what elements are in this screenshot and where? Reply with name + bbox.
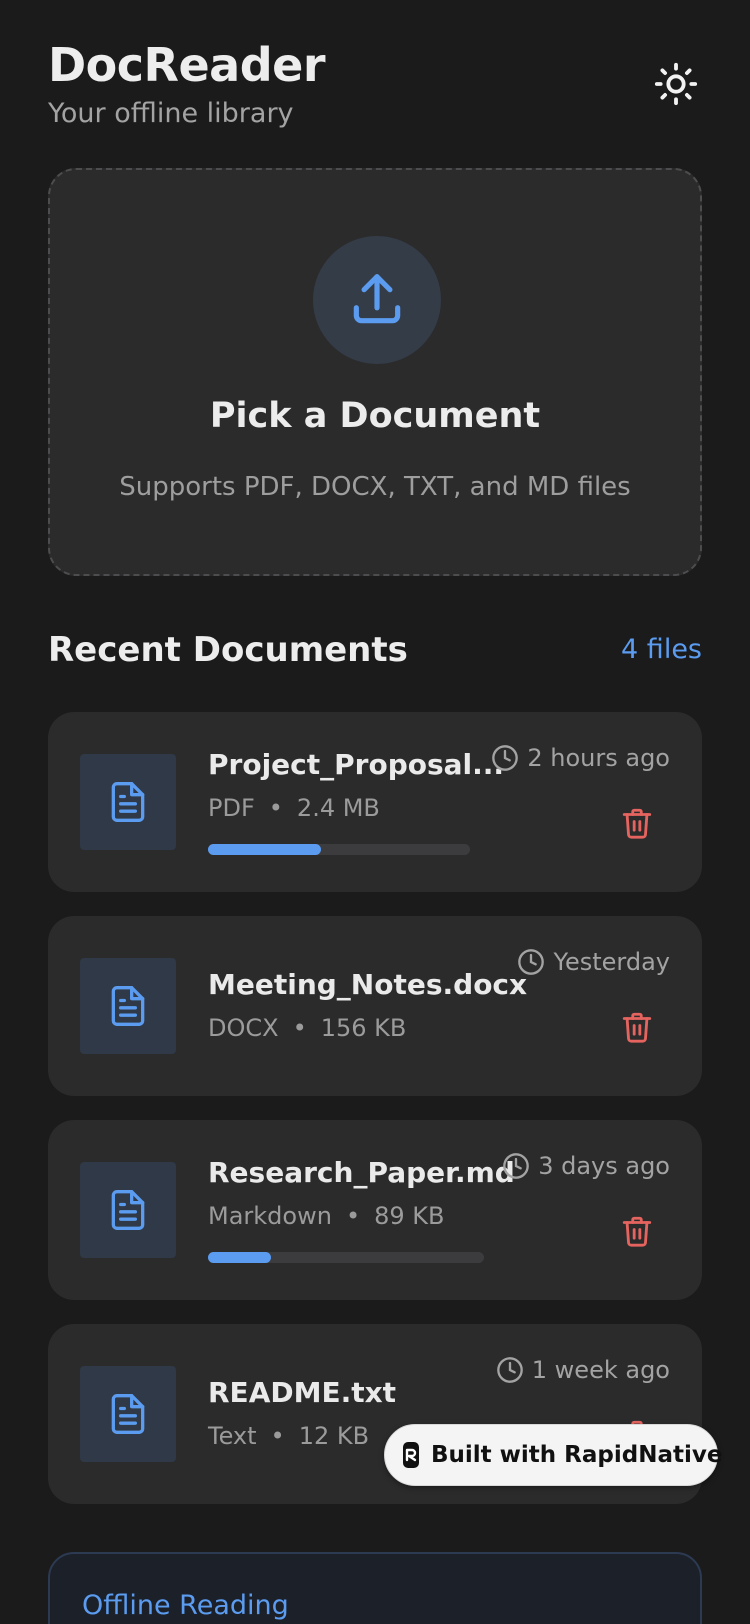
document-card[interactable]: Meeting_Notes.docx DOCX • 156 KB Yesterday bbox=[48, 916, 702, 1096]
document-size: 12 KB bbox=[298, 1422, 370, 1450]
app-subtitle: Your offline library bbox=[48, 98, 294, 129]
built-with-badge[interactable]: Built with RapidNative bbox=[384, 1424, 722, 1486]
document-time: 1 week ago bbox=[496, 1356, 670, 1384]
offline-reading-title: Offline Reading bbox=[82, 1590, 289, 1621]
upload-icon-circle bbox=[313, 236, 441, 364]
meta-separator: • bbox=[268, 794, 283, 822]
document-name: Research_Paper.md bbox=[208, 1156, 515, 1189]
clock-icon bbox=[503, 1153, 530, 1179]
meta-separator: • bbox=[292, 1014, 307, 1042]
pick-document-area[interactable]: Pick a Document Supports PDF, DOCX, TXT,… bbox=[48, 168, 702, 576]
document-type: DOCX bbox=[208, 1014, 279, 1042]
file-thumbnail bbox=[80, 1162, 176, 1258]
document-card[interactable]: Project_Proposal... PDF • 2.4 MB 2 hours a… bbox=[48, 712, 702, 892]
recent-documents-header: Recent Documents 4 files bbox=[48, 628, 702, 678]
reading-progress-bar bbox=[208, 844, 470, 855]
trash-icon bbox=[622, 808, 652, 839]
file-text-icon bbox=[111, 1394, 145, 1434]
trash-icon bbox=[622, 1216, 652, 1247]
document-size: 2.4 MB bbox=[296, 794, 380, 822]
app-header: DocReader Your offline library bbox=[48, 36, 702, 136]
clock-icon bbox=[496, 1357, 523, 1383]
document-name: Project_Proposal... bbox=[208, 748, 505, 781]
rapidnative-logo-icon bbox=[403, 1442, 419, 1468]
section-title: Recent Documents bbox=[48, 630, 408, 670]
document-type: Text bbox=[208, 1422, 257, 1450]
document-meta: Markdown • 89 KB bbox=[208, 1202, 444, 1230]
time-label: Yesterday bbox=[553, 948, 670, 976]
document-meta: Text • 12 KB bbox=[208, 1422, 369, 1450]
upload-icon bbox=[353, 274, 401, 324]
document-size: 89 KB bbox=[374, 1202, 445, 1230]
document-name: README.txt bbox=[208, 1376, 397, 1409]
file-thumbnail bbox=[80, 754, 176, 850]
theme-toggle-button[interactable] bbox=[652, 60, 700, 108]
time-label: 3 days ago bbox=[538, 1152, 670, 1180]
document-time: 3 days ago bbox=[502, 1152, 670, 1180]
sun-icon bbox=[654, 62, 698, 106]
document-meta: DOCX • 156 KB bbox=[208, 1014, 406, 1042]
meta-separator: • bbox=[270, 1422, 285, 1450]
delete-button[interactable] bbox=[620, 1212, 654, 1250]
document-type: Markdown bbox=[208, 1202, 332, 1230]
file-count-link[interactable]: 4 files bbox=[621, 634, 702, 665]
clock-icon bbox=[492, 745, 519, 771]
time-label: 1 week ago bbox=[531, 1356, 670, 1384]
offline-reading-card: Offline Reading bbox=[48, 1552, 702, 1624]
document-card[interactable]: Research_Paper.md Markdown • 89 KB 3 days … bbox=[48, 1120, 702, 1300]
supported-formats-text: Supports PDF, DOCX, TXT, and MD files bbox=[119, 472, 631, 502]
reading-progress-fill bbox=[208, 1252, 272, 1263]
document-name: Meeting_Notes.docx bbox=[208, 968, 528, 1001]
trash-icon bbox=[622, 1012, 652, 1043]
clock-icon bbox=[518, 949, 545, 975]
file-text-icon bbox=[111, 782, 145, 822]
delete-button[interactable] bbox=[620, 1008, 654, 1046]
delete-button[interactable] bbox=[620, 804, 654, 842]
pick-document-title: Pick a Document bbox=[209, 396, 541, 436]
reading-progress-fill bbox=[208, 844, 321, 855]
meta-separator: • bbox=[345, 1202, 361, 1230]
document-time: Yesterday bbox=[517, 948, 670, 976]
file-text-icon bbox=[111, 1190, 145, 1230]
document-type: PDF bbox=[208, 794, 255, 822]
document-meta: PDF • 2.4 MB bbox=[208, 794, 380, 822]
file-text-icon bbox=[111, 986, 145, 1026]
time-label: 2 hours ago bbox=[527, 744, 670, 772]
badge-label: Built with RapidNative bbox=[431, 1442, 723, 1468]
app-title: DocReader bbox=[48, 38, 326, 92]
file-thumbnail bbox=[80, 958, 176, 1054]
file-thumbnail bbox=[80, 1366, 176, 1462]
reading-progress-bar bbox=[208, 1252, 484, 1263]
document-size: 156 KB bbox=[320, 1014, 407, 1042]
document-time: 2 hours ago bbox=[491, 744, 670, 772]
